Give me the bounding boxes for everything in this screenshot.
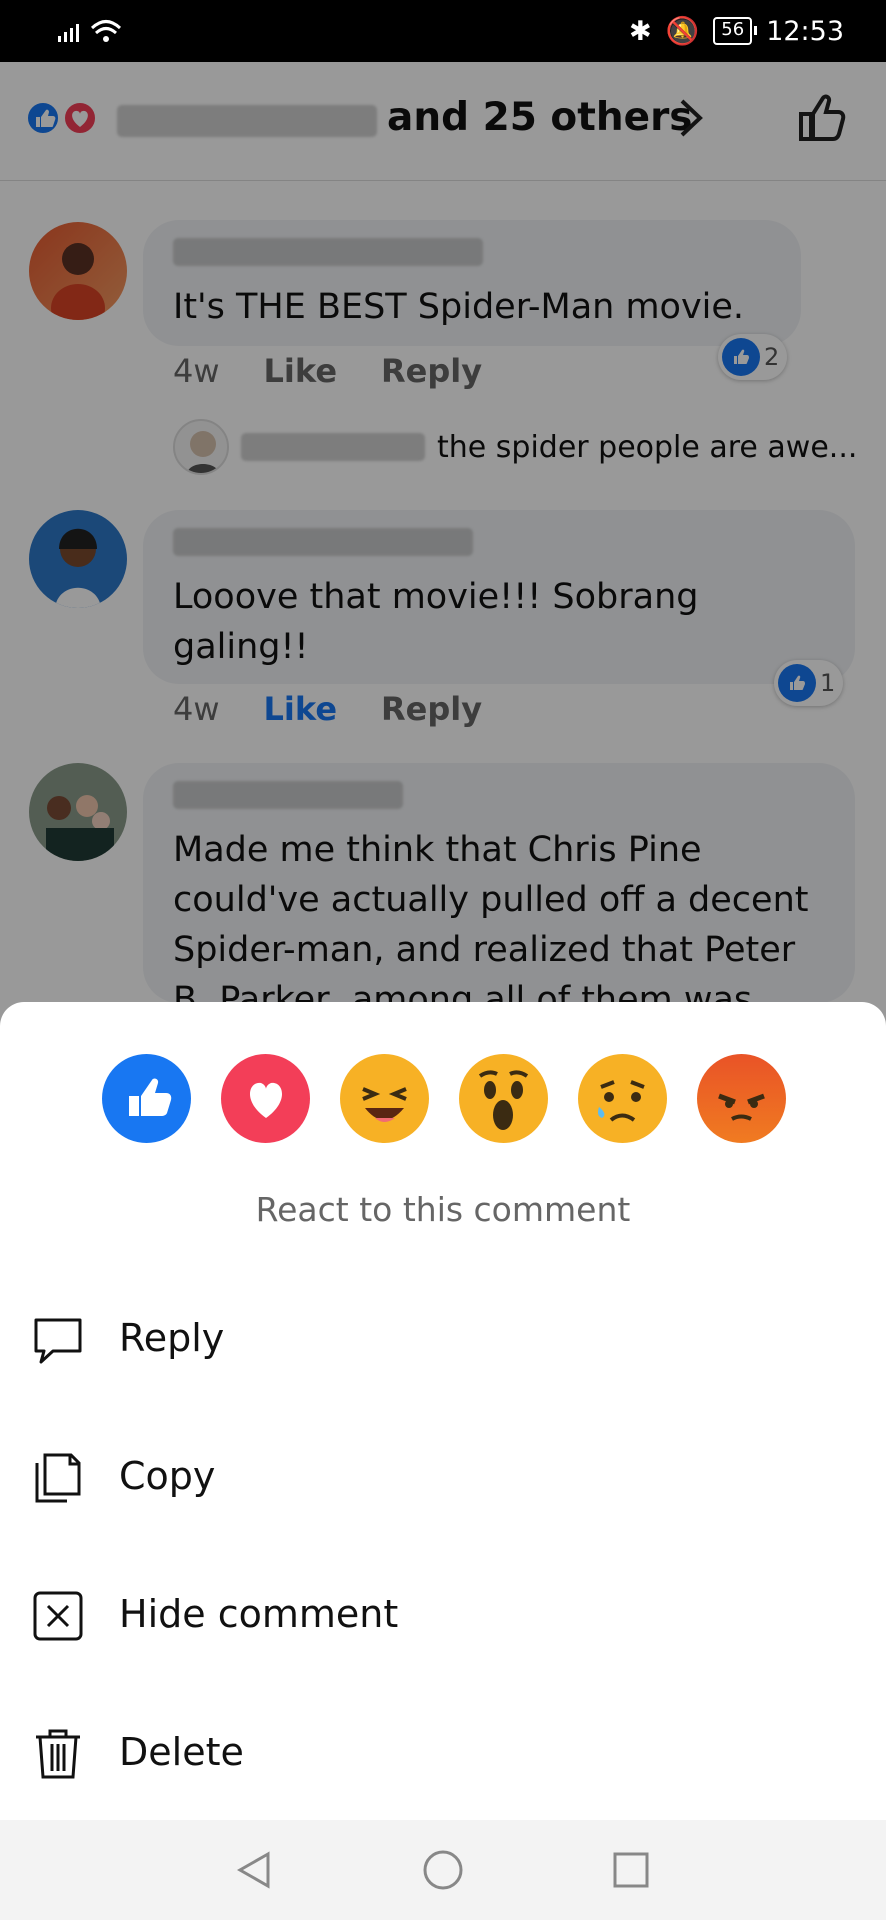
menu-label: Hide comment bbox=[119, 1592, 399, 1636]
sad-reaction-button[interactable] bbox=[578, 1054, 667, 1143]
battery-indicator: 56 bbox=[713, 17, 758, 45]
android-navigation-bar bbox=[0, 1820, 886, 1920]
angry-reaction-button[interactable] bbox=[697, 1054, 786, 1143]
bluetooth-icon: ✱ bbox=[629, 15, 652, 47]
clock: 12:53 bbox=[766, 15, 844, 47]
reaction-prompt: React to this comment bbox=[255, 1190, 631, 1229]
speech-bubble-icon bbox=[28, 1310, 88, 1370]
wow-reaction-button[interactable] bbox=[459, 1054, 548, 1143]
like-reaction-button[interactable] bbox=[102, 1054, 191, 1143]
signal-wifi-icons bbox=[58, 16, 128, 46]
comment-actions-sheet: React to this comment Reply Copy Hide co… bbox=[0, 1002, 886, 1920]
status-bar: ✱ 🔕 56 12:53 bbox=[0, 0, 886, 62]
hide-comment-menu-item[interactable]: Hide comment bbox=[0, 1564, 886, 1664]
back-icon[interactable] bbox=[232, 1848, 276, 1892]
copy-icon bbox=[28, 1448, 88, 1508]
muted-bell-icon: 🔕 bbox=[665, 16, 700, 47]
love-reaction-button[interactable] bbox=[221, 1054, 310, 1143]
menu-label: Reply bbox=[119, 1316, 225, 1360]
haha-reaction-button[interactable] bbox=[340, 1054, 429, 1143]
delete-menu-item[interactable]: Delete bbox=[0, 1702, 886, 1802]
reply-menu-item[interactable]: Reply bbox=[0, 1288, 886, 1388]
menu-label: Delete bbox=[119, 1730, 244, 1774]
home-icon[interactable] bbox=[421, 1848, 465, 1892]
status-right: ✱ 🔕 56 12:53 bbox=[629, 12, 844, 50]
trash-icon bbox=[28, 1724, 88, 1784]
hide-box-icon bbox=[28, 1586, 88, 1646]
menu-label: Copy bbox=[119, 1454, 216, 1498]
reaction-picker bbox=[102, 1054, 786, 1143]
copy-menu-item[interactable]: Copy bbox=[0, 1426, 886, 1526]
recent-apps-icon[interactable] bbox=[609, 1848, 653, 1892]
